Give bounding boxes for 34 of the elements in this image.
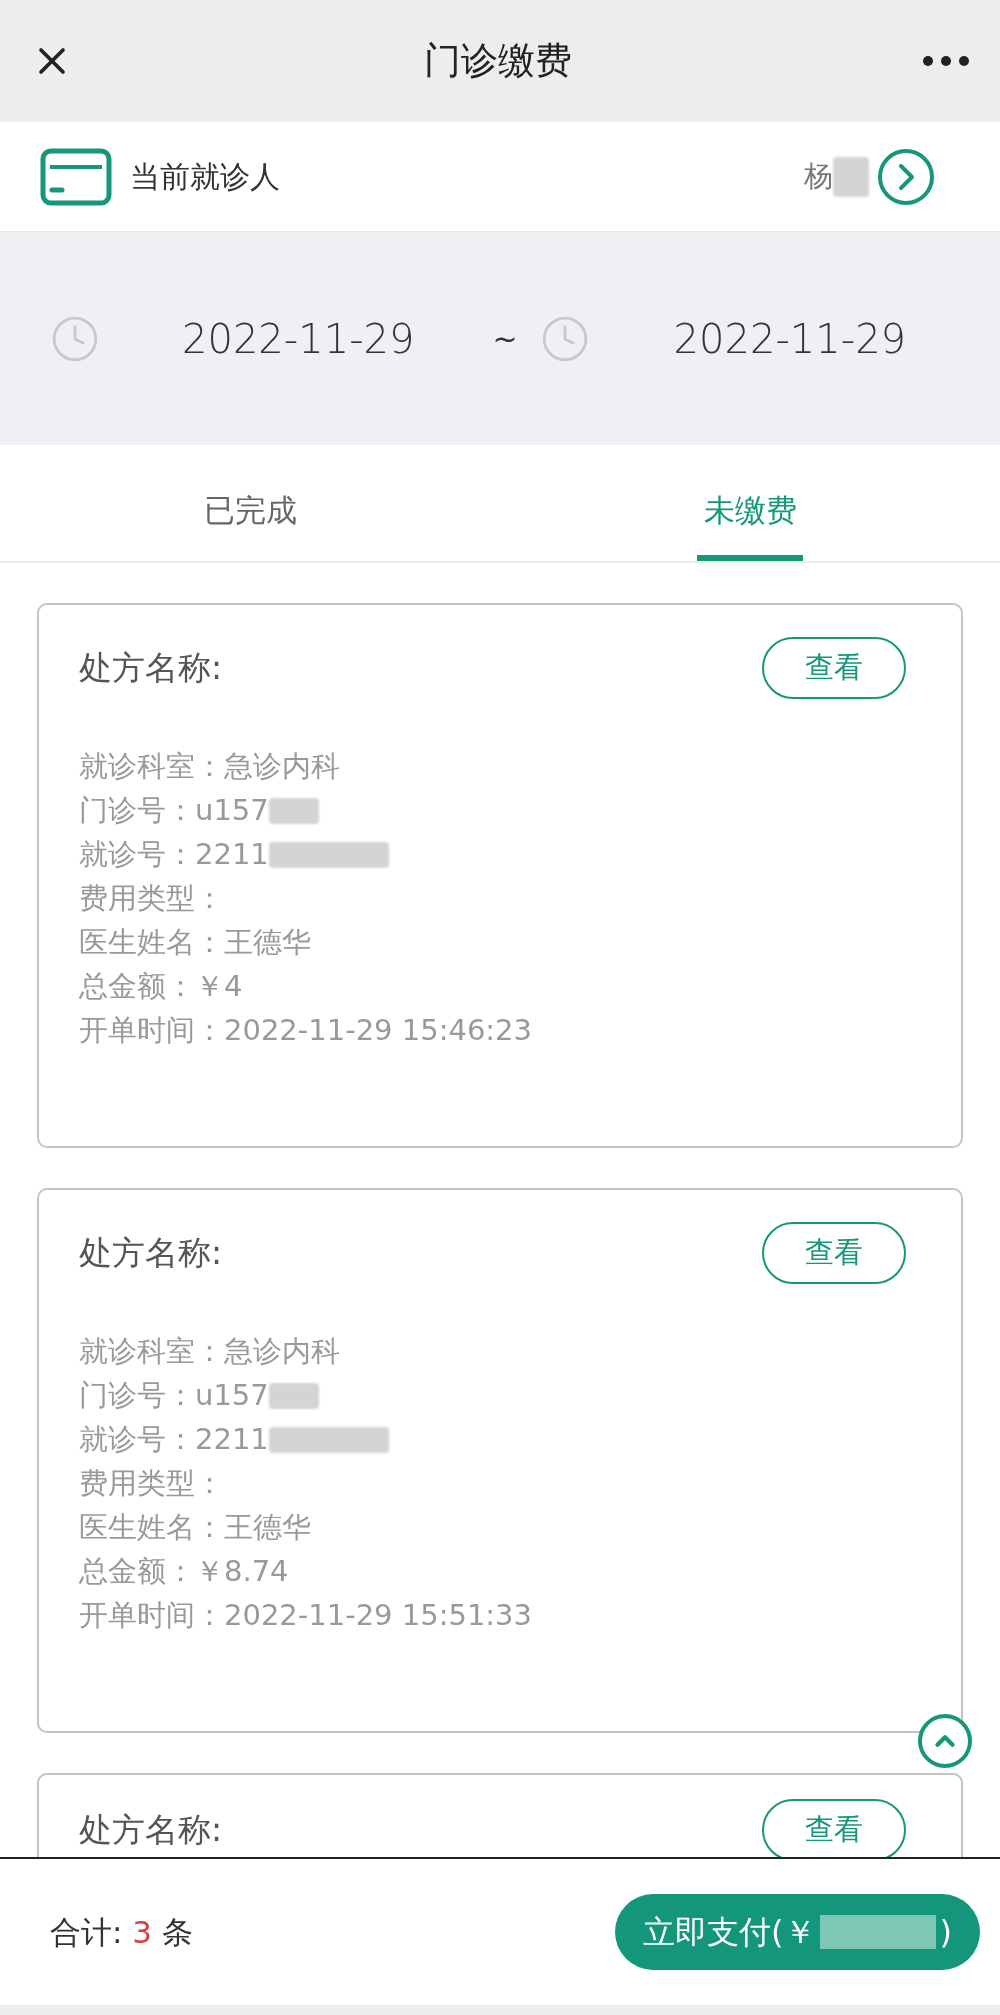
detail-text: 总金额：￥4 bbox=[79, 968, 243, 1006]
more-icon[interactable] bbox=[922, 55, 970, 67]
detail-text: 门诊号：u157 bbox=[79, 1377, 269, 1415]
patient-name: 杨 bbox=[804, 157, 833, 195]
detail-text: 费用类型： bbox=[79, 1465, 224, 1503]
view-button[interactable]: 查看 bbox=[762, 1222, 906, 1284]
date-separator: ~ bbox=[492, 320, 518, 358]
detail-text: 开单时间：2022-11-29 15:46:23 bbox=[79, 1012, 532, 1050]
detail-text: 医生姓名：王德华 bbox=[79, 924, 311, 962]
prescription-title: 处方名称: bbox=[79, 1809, 223, 1852]
view-button[interactable]: 查看 bbox=[762, 1799, 906, 1857]
detail-text: 总金额：￥8.74 bbox=[79, 1553, 289, 1591]
tab[interactable]: 已完成 bbox=[197, 486, 303, 561]
view-button[interactable]: 查看 bbox=[762, 637, 906, 699]
total-count: 合计: 3 条 bbox=[50, 1912, 193, 1952]
detail-text: 就诊科室：急诊内科 bbox=[79, 748, 340, 786]
detail-text: 开单时间：2022-11-29 15:51:33 bbox=[79, 1597, 532, 1635]
patient-label: 当前就诊人 bbox=[130, 158, 280, 196]
detail-text: 费用类型： bbox=[79, 880, 224, 918]
detail-text: 医生姓名：王德华 bbox=[79, 1509, 311, 1547]
start-date[interactable]: 2022-11-29 bbox=[182, 308, 415, 369]
detail-text: 就诊号：2211 bbox=[79, 1421, 269, 1459]
chevron-right-icon[interactable] bbox=[877, 147, 935, 206]
detail-text: 就诊号：2211 bbox=[79, 836, 269, 874]
detail-text: 就诊科室：急诊内科 bbox=[79, 1333, 340, 1371]
scroll-top-button[interactable] bbox=[918, 1714, 972, 1768]
card-icon bbox=[40, 147, 112, 206]
end-date[interactable]: 2022-11-29 bbox=[673, 308, 907, 369]
prescription-title: 处方名称: bbox=[79, 1232, 223, 1275]
detail-text: 门诊号：u157 bbox=[79, 792, 269, 830]
prescription-title: 处方名称: bbox=[79, 647, 223, 690]
page-title: 门诊缴费 bbox=[424, 38, 572, 85]
pay-button[interactable]: 立即支付(￥ ) bbox=[615, 1894, 980, 1970]
tab[interactable]: 未缴费 bbox=[697, 486, 803, 561]
